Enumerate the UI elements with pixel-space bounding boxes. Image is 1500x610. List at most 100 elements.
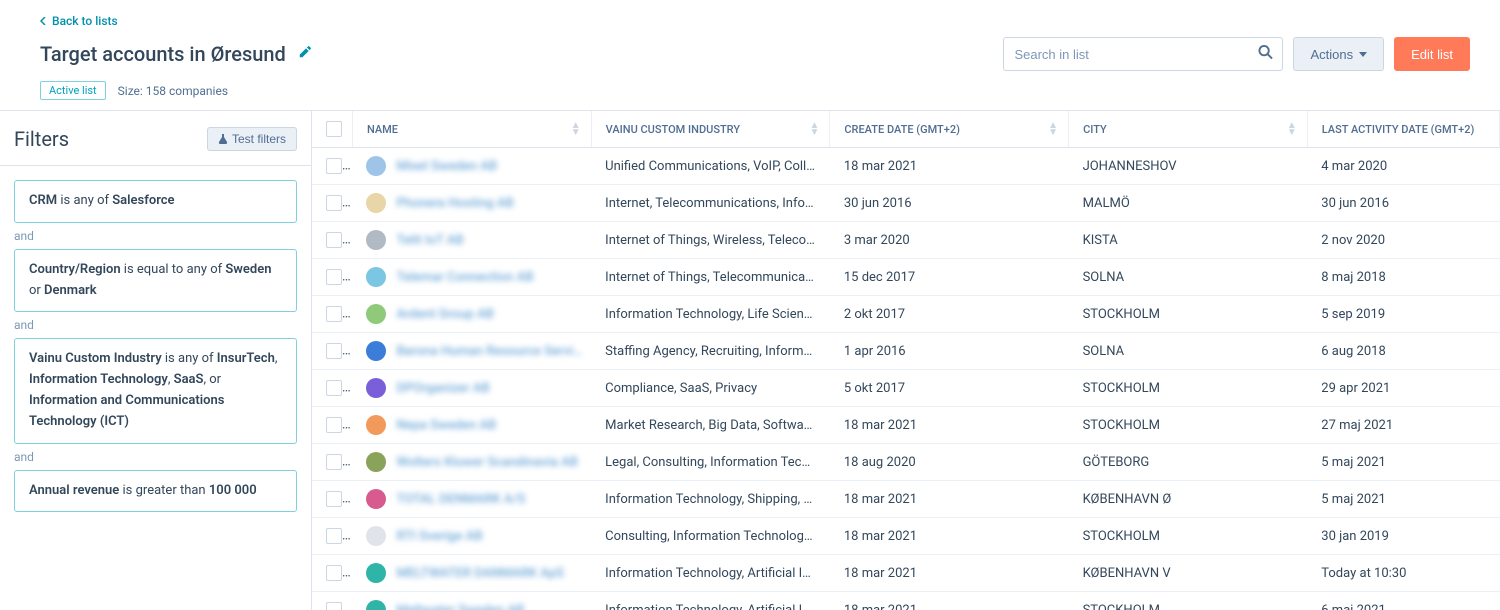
row-checkbox[interactable] (326, 528, 342, 544)
col-name[interactable]: NAME (367, 123, 398, 136)
cell-last-activity: 27 maj 2021 (1307, 407, 1499, 444)
cell-last-activity: 4 mar 2020 (1307, 148, 1499, 185)
cell-industry: Internet of Things, Telecommunicatio… (591, 259, 830, 296)
sort-icon[interactable]: ▲▼ (571, 122, 581, 136)
cell-create-date: 18 mar 2021 (830, 592, 1069, 610)
col-last-activity[interactable]: LAST ACTIVITY DATE (GMT+2) (1322, 123, 1475, 136)
and-connector: and (14, 223, 297, 249)
row-checkbox[interactable] (326, 232, 342, 248)
col-industry[interactable]: VAINU CUSTOM INDUSTRY (606, 123, 740, 136)
select-all-checkbox[interactable] (326, 121, 342, 137)
table-row[interactable]: MELTWATER DANMARK ApSInformation Technol… (312, 555, 1500, 592)
row-checkbox[interactable] (326, 380, 342, 396)
table-row[interactable]: Telit IoT ABInternet of Things, Wireless… (312, 222, 1500, 259)
table-row[interactable]: Mixel Sweden AB Unified Communications, V… (312, 148, 1500, 185)
cell-create-date: 18 mar 2021 (830, 518, 1069, 555)
col-city[interactable]: CITY (1083, 123, 1107, 136)
table-row[interactable]: Barona Human Resource Servi… Staffing Age… (312, 333, 1500, 370)
cell-last-activity: Today at 10:30 (1307, 555, 1499, 592)
search-input[interactable] (1003, 37, 1283, 71)
cell-last-activity: 30 jun 2016 (1307, 185, 1499, 222)
cell-city: STOCKHOLM (1069, 518, 1308, 555)
company-name[interactable]: DPOrganizer AB (396, 381, 489, 396)
company-name[interactable]: TOTAL DENMARK A/S (396, 492, 525, 507)
row-checkbox[interactable] (326, 195, 342, 211)
table-row[interactable]: Telemar Connection AB Internet of Things,… (312, 259, 1500, 296)
table-row[interactable]: RTI Sverige ABConsulting, Information Te… (312, 518, 1500, 555)
company-name[interactable]: Mixel Sweden AB (396, 159, 497, 174)
table-row[interactable]: Meltwater Sweden ABInformation Technolog… (312, 592, 1500, 610)
filter-card[interactable]: Country/Region is equal to any of Sweden… (14, 249, 297, 313)
cell-last-activity: 6 aug 2018 (1307, 333, 1499, 370)
cell-create-date: 5 okt 2017 (830, 370, 1069, 407)
filters-title: Filters (14, 127, 69, 151)
cell-industry: Market Research, Big Data, Software, … (591, 407, 830, 444)
cell-industry: Staffing Agency, Recruiting, Informati… (591, 333, 830, 370)
table-row[interactable]: DPOrganizer ABCompliance, SaaS, Privacy5… (312, 370, 1500, 407)
row-checkbox[interactable] (326, 158, 342, 174)
company-logo (366, 193, 386, 213)
actions-label: Actions (1310, 47, 1353, 62)
row-checkbox[interactable] (326, 343, 342, 359)
cell-create-date: 3 mar 2020 (830, 222, 1069, 259)
company-name[interactable]: Telit IoT AB (396, 233, 463, 248)
cell-city: KØBENHAVN V (1069, 555, 1308, 592)
sort-icon[interactable]: ▲▼ (809, 122, 819, 136)
cell-last-activity: 6 maj 2021 (1307, 592, 1499, 610)
test-filters-button[interactable]: Test filters (207, 127, 297, 151)
cell-city: KØBENHAVN Ø (1069, 481, 1308, 518)
table-row[interactable]: TOTAL DENMARK A/S Information Technology,… (312, 481, 1500, 518)
actions-button[interactable]: Actions (1293, 37, 1384, 71)
row-checkbox[interactable] (326, 417, 342, 433)
edit-list-button[interactable]: Edit list (1394, 37, 1470, 71)
filter-card[interactable]: CRM is any of Salesforce (14, 180, 297, 223)
company-logo (366, 341, 386, 361)
company-logo (366, 156, 386, 176)
cell-industry: Information Technology, Life Science (591, 296, 830, 333)
company-name[interactable]: MELTWATER DANMARK ApS (396, 566, 563, 581)
row-checkbox[interactable] (326, 306, 342, 322)
company-name[interactable]: Ardent Group AB (396, 307, 493, 322)
company-name[interactable]: RTI Sverige AB (396, 529, 482, 544)
row-checkbox[interactable] (326, 454, 342, 470)
cell-last-activity: 30 jan 2019 (1307, 518, 1499, 555)
back-to-lists-link[interactable]: Back to lists (40, 14, 118, 28)
filter-card[interactable]: Vainu Custom Industry is any of InsurTec… (14, 338, 297, 443)
cell-create-date: 18 mar 2021 (830, 481, 1069, 518)
company-name[interactable]: Wolters Kluwer Scandinavia AB (396, 455, 577, 470)
cell-industry: Information Technology, Shipping, Oi… (591, 481, 830, 518)
cell-city: SOLNA (1069, 259, 1308, 296)
company-name[interactable]: Phonera Hosting AB (396, 196, 513, 211)
cell-create-date: 1 apr 2016 (830, 333, 1069, 370)
cell-last-activity: 5 maj 2021 (1307, 481, 1499, 518)
row-checkbox[interactable] (326, 491, 342, 507)
cell-last-activity: 8 maj 2018 (1307, 259, 1499, 296)
filter-card[interactable]: Annual revenue is greater than 100 000 (14, 470, 297, 513)
table-row[interactable]: Wolters Kluwer Scandinavia ABLegal, Cons… (312, 444, 1500, 481)
company-logo (366, 230, 386, 250)
cell-create-date: 18 mar 2021 (830, 148, 1069, 185)
edit-title-icon[interactable] (298, 45, 312, 63)
cell-create-date: 30 jun 2016 (830, 185, 1069, 222)
company-name[interactable]: Nepa Sweden AB (396, 418, 496, 433)
sort-icon[interactable]: ▲▼ (1287, 122, 1297, 136)
table-row[interactable]: Ardent Group AB Information Technology, L… (312, 296, 1500, 333)
cell-industry: Unified Communications, VoIP, Collab… (591, 148, 830, 185)
col-create-date[interactable]: CREATE DATE (GMT+2) (844, 123, 960, 136)
back-link-text: Back to lists (52, 14, 118, 28)
company-logo (366, 452, 386, 472)
search-icon[interactable] (1258, 45, 1273, 64)
cell-city: GÖTEBORG (1069, 444, 1308, 481)
company-name[interactable]: Telemar Connection AB (396, 270, 533, 285)
row-checkbox[interactable] (326, 565, 342, 581)
table-row[interactable]: Nepa Sweden AB Market Research, Big Data,… (312, 407, 1500, 444)
row-checkbox[interactable] (326, 602, 342, 610)
cell-industry: Internet, Telecommunications, Inform… (591, 185, 830, 222)
table-area[interactable]: NAME ▲▼ VAINU CUSTOM INDUSTRY ▲▼ CREATE DA… (312, 111, 1500, 610)
company-logo (366, 304, 386, 324)
sort-icon[interactable]: ▲▼ (1048, 122, 1058, 136)
table-row[interactable]: Phonera Hosting AB Internet, Telecommunic… (312, 185, 1500, 222)
row-checkbox[interactable] (326, 269, 342, 285)
company-name[interactable]: Barona Human Resource Servi… (396, 344, 582, 359)
company-name[interactable]: Meltwater Sweden AB (396, 603, 524, 610)
